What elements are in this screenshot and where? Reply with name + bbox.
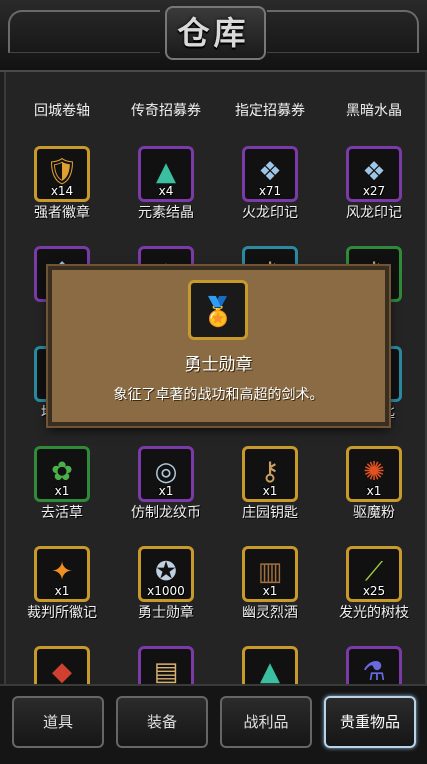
dragon-seal-icon: ❖ [258, 157, 282, 187]
barrel-icon: ▥ [257, 557, 283, 587]
item-quantity: x1 [366, 484, 382, 498]
item-slot[interactable]: ❖ x27 [346, 146, 402, 202]
item-name: 元素结晶 [138, 205, 194, 221]
inventory-item[interactable]: ✪ x1000 勇士勋章 [110, 546, 210, 626]
item-slot[interactable]: ⚷ x1 [242, 446, 298, 502]
inventory-item[interactable]: ✺ x1 驱魔粉 [318, 446, 418, 526]
item-quantity: x1 [262, 484, 278, 498]
item-name: 勇士勋章 [138, 605, 194, 621]
inventory-item[interactable]: ⚗ [318, 646, 418, 684]
item-quantity: x27 [362, 184, 386, 198]
tooltip-item-name: 勇士勋章 [184, 355, 253, 375]
item-name: 驱魔粉 [353, 505, 395, 521]
medal-icon: ✪ [155, 557, 177, 587]
item-label: 回城卷轴 [34, 103, 90, 119]
item-slot[interactable]: ✺ x1 [346, 446, 402, 502]
inventory-item[interactable]: ▥ x1 幽灵烈酒 [214, 546, 314, 626]
item-slot[interactable]: ◎ x1 [138, 446, 194, 502]
item-label: 黑暗水晶 [346, 103, 402, 119]
item-slot[interactable]: ▤ [138, 646, 194, 684]
item-quantity: x71 [258, 184, 282, 198]
item-tooltip: 🏅 勇士勋章 象征了卓著的战功和高超的剑术。 [48, 266, 389, 426]
tab-equipment[interactable]: 装备 [116, 696, 208, 748]
tab-loot[interactable]: 战利品 [220, 696, 312, 748]
scroll-icon: ▤ [153, 657, 179, 684]
inventory-item[interactable]: ❖ x27 风龙印记 [318, 146, 418, 226]
item-quantity: x1 [54, 584, 70, 598]
inventory-item[interactable]: ✦ x1 裁判所徽记 [6, 546, 106, 626]
gem-icon: ◆ [52, 657, 72, 684]
item-slot[interactable]: ✪ x1000 [138, 546, 194, 602]
item-slot[interactable]: ▥ x1 [242, 546, 298, 602]
item-name: 裁判所徽记 [27, 605, 97, 621]
item-quantity: x1 [158, 484, 174, 498]
item-slot[interactable]: ✿ x1 [34, 446, 90, 502]
item-name: 强者徽章 [34, 205, 90, 221]
item-name: 幽灵烈酒 [242, 605, 298, 621]
item-slot[interactable]: ◆ [34, 646, 90, 684]
item-name: 庄园钥匙 [242, 505, 298, 521]
item-slot[interactable]: ⚗ [346, 646, 402, 684]
inventory-item[interactable]: 🛡 x14 强者徽章 [6, 146, 106, 226]
tab-bar: 道具 装备 战利品 贵重物品 [0, 684, 427, 764]
page-title: 仓库 [177, 14, 250, 52]
item-name: 去活草 [41, 505, 83, 521]
inventory-item[interactable]: ▲ [214, 646, 314, 684]
item-name: 风龙印记 [346, 205, 402, 221]
inventory-item[interactable]: ◎ x1 仿制龙纹币 [110, 446, 210, 526]
item-quantity: x4 [158, 184, 174, 198]
item-quantity: x1000 [147, 584, 185, 598]
item-slot[interactable]: ⟋ x25 [346, 546, 402, 602]
inventory-item[interactable]: ▲ x4 元素结晶 [110, 146, 210, 226]
coin-icon: ◎ [154, 457, 178, 487]
item-quantity: x1 [262, 584, 278, 598]
powder-icon: ✺ [363, 457, 385, 487]
inventory-item[interactable]: ▤ [110, 646, 210, 684]
item-quantity: x14 [50, 184, 74, 198]
item-name: 仿制龙纹币 [131, 505, 201, 521]
item-label: 传奇招募券 [131, 103, 201, 119]
item-name: 火龙印记 [242, 205, 298, 221]
item-slot[interactable]: ▲ x4 [138, 146, 194, 202]
dragon-seal-icon: ❖ [362, 157, 386, 187]
crystal-icon: ▲ [260, 657, 280, 684]
medal-icon: 🏅 [200, 295, 236, 328]
inventory-item[interactable]: ❖ x71 火龙印记 [214, 146, 314, 226]
herb-icon: ✿ [51, 457, 73, 487]
inventory-item[interactable]: ◆ [6, 646, 106, 684]
emblem-icon: ✦ [51, 557, 73, 587]
crystal-icon: ▲ [156, 157, 176, 187]
item-slot[interactable]: ▲ [242, 646, 298, 684]
inventory-item[interactable]: ⚷ x1 庄园钥匙 [214, 446, 314, 526]
tab-items[interactable]: 道具 [12, 696, 104, 748]
item-slot[interactable]: 🛡 x14 [34, 146, 90, 202]
item-name: 发光的树枝 [339, 605, 409, 621]
item-label: 指定招募券 [235, 103, 305, 119]
inventory-item[interactable]: ⟋ x25 发光的树枝 [318, 546, 418, 626]
item-quantity: x1 [54, 484, 70, 498]
header-bar: 仓库 [0, 0, 427, 72]
potion-icon: ⚗ [362, 657, 386, 684]
badge-icon: 🛡 [45, 157, 79, 187]
tooltip-item-description: 象征了卓著的战功和高超的剑术。 [113, 387, 324, 403]
tab-valuables[interactable]: 贵重物品 [324, 696, 416, 748]
item-slot[interactable]: ❖ x71 [242, 146, 298, 202]
tooltip-item-slot: 🏅 [188, 280, 248, 340]
inventory-item[interactable]: ✿ x1 去活草 [6, 446, 106, 526]
branch-icon: ⟋ [364, 557, 384, 587]
item-quantity: x25 [362, 584, 386, 598]
key-icon: ⚷ [260, 457, 280, 487]
item-slot[interactable]: ✦ x1 [34, 546, 90, 602]
